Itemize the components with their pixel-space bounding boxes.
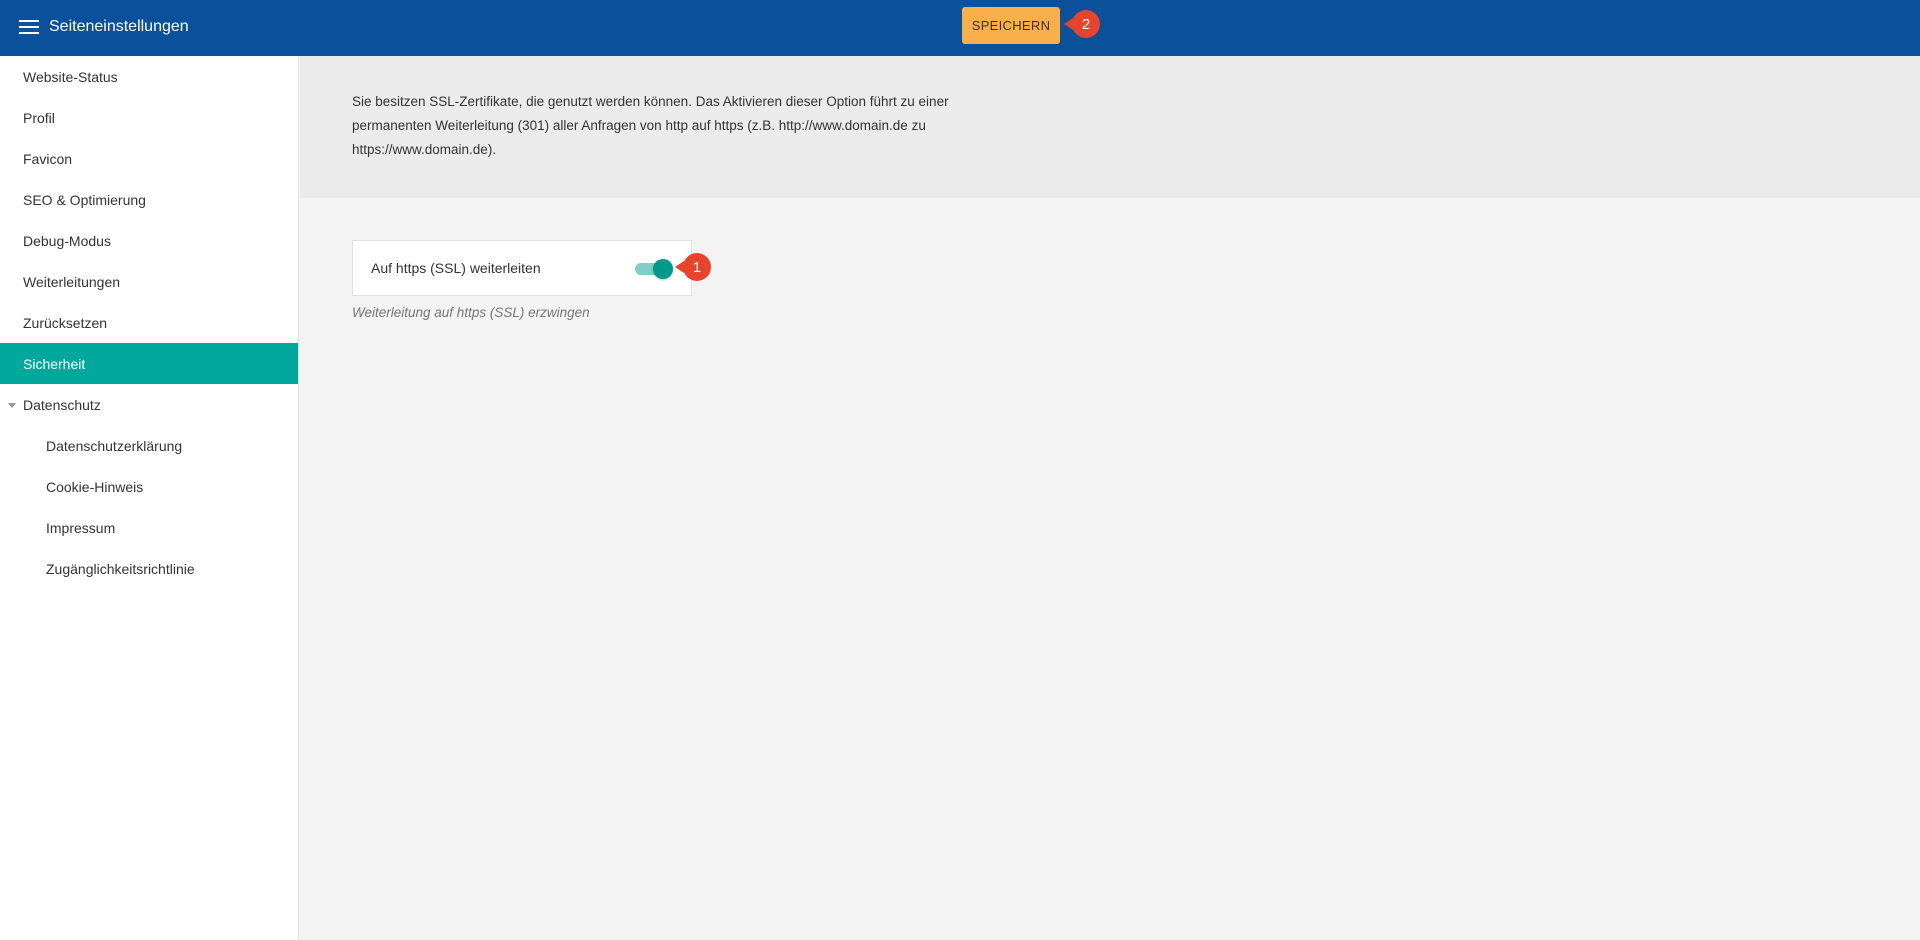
toggle-knob	[653, 259, 673, 279]
ssl-redirect-setting: Auf https (SSL) weiterleiten	[352, 240, 692, 296]
sidebar-item-debug-mode[interactable]: Debug-Modus	[0, 220, 298, 261]
sidebar-item-reset[interactable]: Zurücksetzen	[0, 302, 298, 343]
sidebar-item-website-status[interactable]: Website-Status	[0, 56, 298, 97]
sidebar-item-accessibility-policy[interactable]: Zugänglichkeitsrichtlinie	[0, 548, 298, 589]
ssl-info-text: Sie besitzen SSL-Zertifikate, die genutz…	[352, 94, 949, 157]
caret-down-icon	[8, 403, 16, 408]
page-title: Seiteneinstellungen	[49, 18, 189, 35]
settings-sidebar: Website-Status Profil Favicon SEO & Opti…	[0, 56, 299, 940]
ssl-redirect-hint: Weiterleitung auf https (SSL) erzwingen	[352, 305, 590, 320]
top-bar: Seiteneinstellungen SPEICHERN 2	[0, 0, 1920, 56]
sidebar-item-privacy-policy[interactable]: Datenschutzerklärung	[0, 425, 298, 466]
info-panel: Sie besitzen SSL-Zertifikate, die genutz…	[300, 56, 1920, 198]
sidebar-item-cookie-notice[interactable]: Cookie-Hinweis	[0, 466, 298, 507]
sidebar-item-seo[interactable]: SEO & Optimierung	[0, 179, 298, 220]
step-callout-badge: 2	[1064, 10, 1100, 38]
ssl-redirect-toggle[interactable]	[635, 259, 673, 279]
sidebar-item-label: Datenschutz	[23, 396, 101, 413]
sidebar-item-profile[interactable]: Profil	[0, 97, 298, 138]
save-button[interactable]: SPEICHERN	[962, 7, 1060, 44]
sidebar-item-redirects[interactable]: Weiterleitungen	[0, 261, 298, 302]
sidebar-item-favicon[interactable]: Favicon	[0, 138, 298, 179]
sidebar-item-security[interactable]: Sicherheit	[0, 343, 298, 384]
hamburger-menu-icon[interactable]	[19, 20, 39, 35]
ssl-redirect-label: Auf https (SSL) weiterleiten	[371, 260, 541, 276]
sidebar-item-imprint[interactable]: Impressum	[0, 507, 298, 548]
sidebar-item-privacy[interactable]: Datenschutz	[0, 384, 298, 425]
step-callout-badge: 1	[675, 253, 711, 281]
